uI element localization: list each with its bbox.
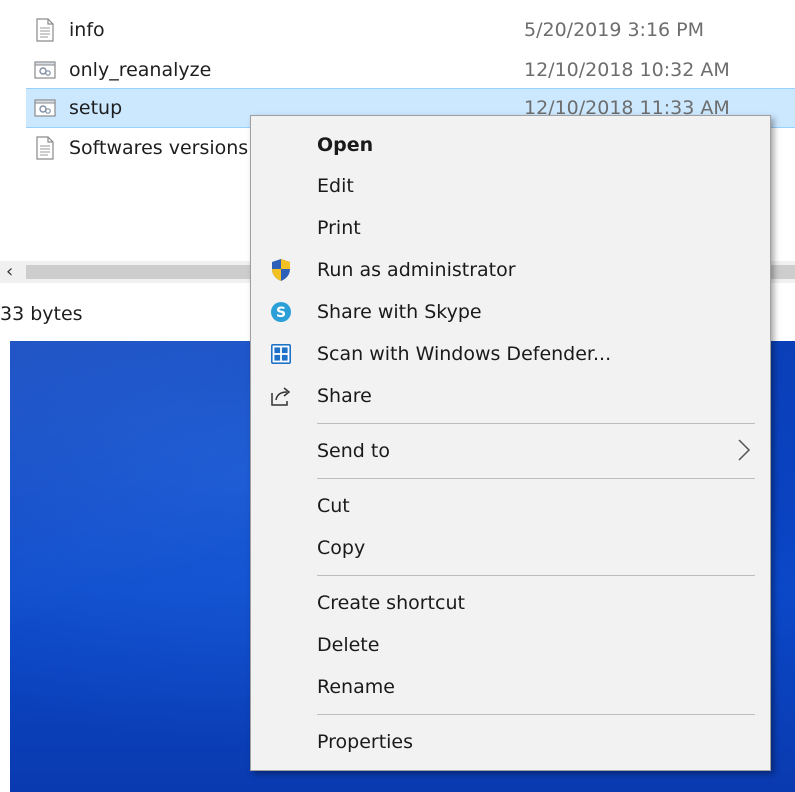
menu-item-label: Send to: [317, 440, 390, 462]
file-name: setup: [69, 97, 123, 119]
uac-shield-icon: [272, 259, 290, 281]
menu-item-run-as-administrator[interactable]: Run as administrator: [251, 250, 770, 290]
file-row-info[interactable]: info 5/20/2019 3:16 PM: [26, 10, 795, 50]
file-name: Softwares versions: [69, 137, 249, 159]
menu-item-label: Open: [317, 134, 374, 156]
share-icon: [271, 387, 291, 406]
screen: info 5/20/2019 3:16 PM only_reanalyze 12…: [0, 0, 795, 792]
menu-item-cut[interactable]: Cut: [251, 486, 770, 526]
context-menu: Open Edit Print Run as administrator S S…: [250, 115, 771, 771]
status-text: 33 bytes: [0, 303, 83, 325]
menu-item-label: Properties: [317, 731, 414, 753]
settings-file-icon: [34, 99, 56, 117]
menu-separator: [317, 423, 755, 424]
menu-item-label: Cut: [317, 495, 350, 517]
chevron-right-icon: [738, 439, 751, 461]
file-row-only-reanalyze[interactable]: only_reanalyze 12/10/2018 10:32 AM: [26, 50, 795, 90]
menu-item-label: Copy: [317, 537, 366, 559]
menu-item-label: Scan with Windows Defender...: [317, 343, 612, 365]
settings-file-icon: [34, 61, 56, 79]
menu-item-delete[interactable]: Delete: [251, 625, 770, 665]
menu-item-label: Share: [317, 385, 372, 407]
menu-item-send-to[interactable]: Send to: [251, 431, 770, 471]
menu-item-label: Rename: [317, 676, 395, 698]
menu-item-label: Create shortcut: [317, 592, 465, 614]
menu-separator: [317, 478, 755, 479]
file-name: only_reanalyze: [69, 59, 212, 81]
menu-separator: [317, 575, 755, 576]
menu-separator: [317, 714, 755, 715]
menu-item-scan-with-defender[interactable]: Scan with Windows Defender...: [251, 334, 770, 374]
menu-item-edit[interactable]: Edit: [251, 166, 770, 206]
menu-item-label: Delete: [317, 634, 380, 656]
menu-item-share-with-skype[interactable]: S Share with Skype: [251, 292, 770, 332]
menu-item-label: Run as administrator: [317, 259, 516, 281]
file-date: 5/20/2019 3:16 PM: [524, 19, 705, 41]
menu-item-rename[interactable]: Rename: [251, 667, 770, 707]
file-date: 12/10/2018 10:32 AM: [524, 59, 730, 81]
svg-text:S: S: [276, 305, 286, 321]
menu-item-label: Print: [317, 217, 361, 239]
text-file-icon: [36, 136, 54, 160]
menu-item-label: Edit: [317, 175, 354, 197]
menu-item-open[interactable]: Open: [251, 125, 770, 165]
skype-icon: S: [271, 302, 291, 322]
scroll-left-arrow-icon[interactable]: ‹: [6, 261, 13, 282]
windows-defender-icon: [271, 344, 291, 364]
menu-item-label: Share with Skype: [317, 301, 482, 323]
menu-item-properties[interactable]: Properties: [251, 722, 770, 762]
menu-item-create-shortcut[interactable]: Create shortcut: [251, 583, 770, 623]
text-file-icon: [36, 18, 54, 42]
file-name: info: [69, 19, 105, 41]
menu-item-share[interactable]: Share: [251, 376, 770, 416]
menu-item-copy[interactable]: Copy: [251, 528, 770, 568]
menu-item-print[interactable]: Print: [251, 208, 770, 248]
